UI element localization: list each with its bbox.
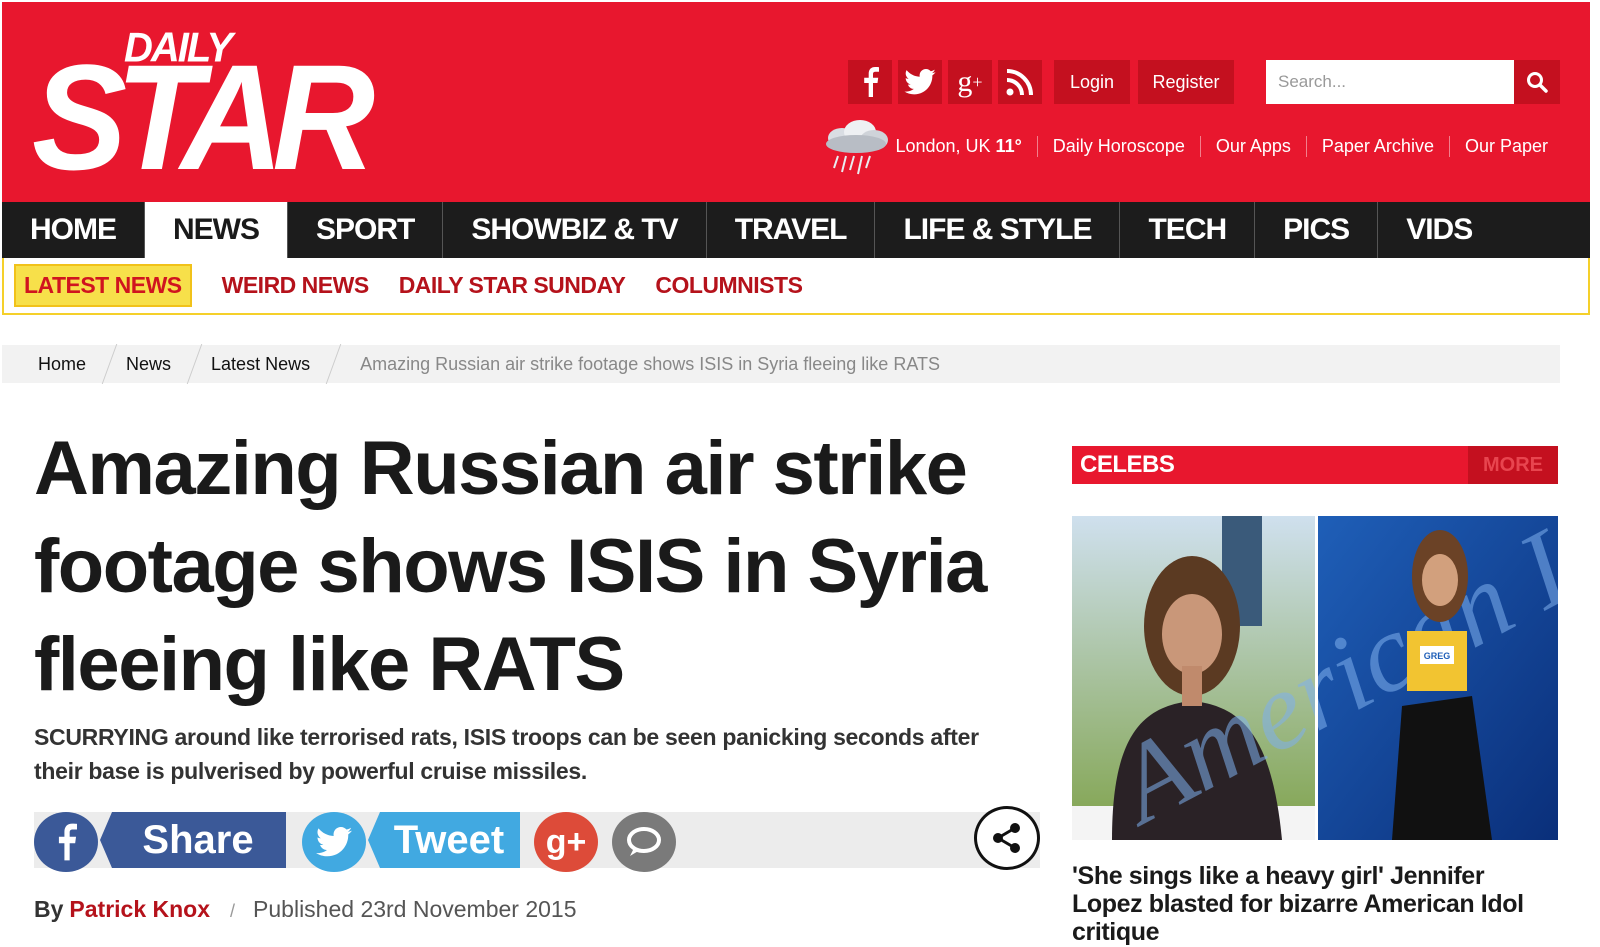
subnav-weird-news[interactable]: WEIRD NEWS [222,272,370,299]
author-link[interactable]: Patrick Knox [69,896,210,923]
facebook-icon[interactable] [848,60,892,104]
daily-horoscope-link[interactable]: Daily Horoscope [1036,136,1200,157]
google-plus-share-icon[interactable]: g+ [534,812,598,872]
nav-life-style[interactable]: LIFE & STYLE [875,202,1121,258]
register-button[interactable]: Register [1138,60,1234,104]
site-header: DAILY STAR g+ Login Register London, UK … [2,2,1590,202]
our-apps-link[interactable]: Our Apps [1199,136,1306,157]
breadcrumb-latest-news[interactable]: Latest News [191,354,330,375]
celebs-section-header: CELEBS MORE [1072,446,1558,484]
breadcrumb-current: Amazing Russian air strike footage shows… [360,353,940,374]
article-headline: Amazing Russian air strike footage shows… [34,426,987,707]
sub-nav: LATEST NEWS WEIRD NEWS DAILY STAR SUNDAY… [2,258,1590,315]
article-standfirst: SCURRYING around like terrorised rats, I… [34,724,979,784]
article-byline: By Patrick Knox / Published 23rd Novembe… [34,896,577,923]
rss-icon[interactable] [998,60,1042,104]
share-icon[interactable] [974,806,1040,870]
breadcrumb: Home News Latest News Amazing Russian ai… [2,345,1560,383]
login-button[interactable]: Login [1054,60,1130,104]
header-links: London, UK 11° Daily Horoscope Our Apps … [880,136,1548,157]
breadcrumb-news[interactable]: News [106,354,191,375]
nav-home[interactable]: HOME [2,202,145,258]
logo-star-text: STAR [32,33,375,201]
subnav-columnists[interactable]: COLUMNISTS [655,272,803,299]
facebook-share-button[interactable]: Share [100,812,286,868]
nav-tech[interactable]: TECH [1120,202,1256,258]
weather-link[interactable]: London, UK 11° [880,136,1036,157]
paper-archive-link[interactable]: Paper Archive [1305,136,1449,157]
celeb-story-image[interactable]: American Idol GREG [1072,516,1558,840]
published-date: Published 23rd November 2015 [253,896,577,922]
our-paper-link[interactable]: Our Paper [1448,136,1548,157]
main-nav: HOME NEWS SPORT SHOWBIZ & TV TRAVEL LIFE… [2,202,1590,258]
twitter-icon[interactable] [898,60,942,104]
twitter-share-icon[interactable] [302,812,366,872]
more-button[interactable]: MORE [1468,446,1558,484]
share-bar: Share Tweet g+ [34,806,1040,872]
facebook-share-icon[interactable] [34,812,98,872]
nav-showbiz-tv[interactable]: SHOWBIZ & TV [443,202,707,258]
byline-separator: / [230,901,236,921]
search-icon [1527,72,1548,93]
google-plus-icon[interactable]: g + [948,60,992,104]
celebs-title[interactable]: CELEBS [1080,446,1175,484]
search-input[interactable] [1266,60,1514,104]
nav-travel[interactable]: TRAVEL [707,202,876,258]
celeb-story-caption[interactable]: 'She sings like a heavy girl' Jennifer L… [1072,862,1558,946]
daily-star-logo[interactable]: DAILY STAR [32,22,375,192]
subnav-latest-news[interactable]: LATEST NEWS [14,264,192,307]
byline-prefix: By [34,896,64,922]
nav-pics[interactable]: PICS [1255,202,1379,258]
subnav-daily-star-sunday[interactable]: DAILY STAR SUNDAY [399,272,626,299]
nav-vids[interactable]: VIDS [1378,202,1590,258]
breadcrumb-home[interactable]: Home [2,354,106,375]
nav-news[interactable]: NEWS [145,202,288,258]
nav-sport[interactable]: SPORT [288,202,444,258]
contestant-number-badge: GREG [1424,651,1451,661]
search-button[interactable] [1514,60,1560,104]
comment-icon[interactable] [612,812,676,872]
twitter-share-button[interactable]: Tweet [368,812,520,868]
